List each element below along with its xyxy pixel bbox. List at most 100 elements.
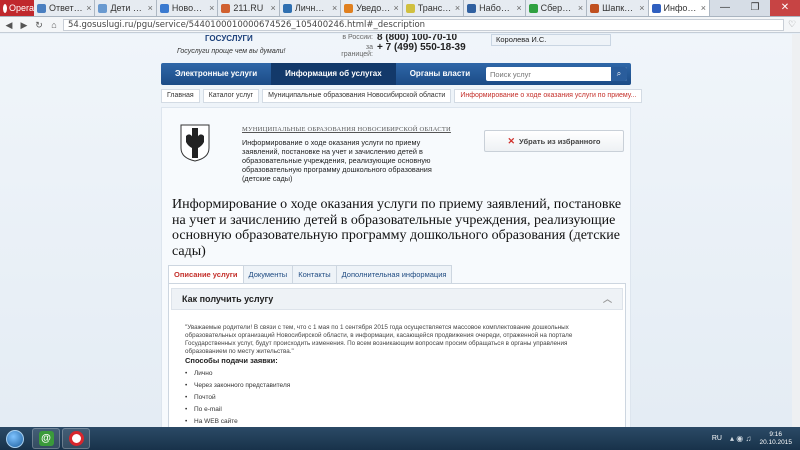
org-description: Информирование о ходе оказания услуги по… — [242, 138, 432, 183]
restore-button[interactable]: ❐ — [740, 0, 770, 16]
taskbar-app-agent[interactable]: @ — [32, 428, 60, 449]
browser-tab[interactable]: Уведомлен× — [341, 0, 403, 16]
browser-tab[interactable]: 211.RU × — [218, 0, 280, 16]
taskbar-app-opera[interactable] — [62, 428, 90, 449]
tab-close-icon[interactable]: × — [701, 3, 706, 13]
home-icon[interactable]: ⌂ — [48, 19, 60, 31]
tab-favicon-icon — [282, 3, 292, 13]
notice-text: "Уважаемые родители! В связи с тем, что … — [185, 324, 573, 355]
chevron-up-icon[interactable]: ︿ — [603, 289, 612, 309]
tab-close-icon[interactable]: × — [86, 3, 91, 13]
nav-authorities[interactable]: Органы власти — [396, 63, 484, 85]
reload-icon[interactable]: ↻ — [33, 19, 45, 31]
search-icon[interactable]: ⌕ — [611, 67, 627, 81]
language-indicator[interactable]: RU — [712, 435, 722, 442]
phone-abroad-label: за границей: — [341, 44, 373, 58]
browser-tab[interactable]: Личный каб× — [279, 0, 342, 16]
phone-abroad: + 7 (499) 550-18-39 — [377, 42, 466, 53]
breadcrumb-catalog[interactable]: Каталог услуг — [202, 89, 260, 103]
browser-tab[interactable]: Транспорт× — [402, 0, 465, 16]
browser-tab-label: Ответить - — [49, 3, 83, 13]
remove-favorite-button[interactable]: ✕ Убрать из избранного — [484, 130, 624, 152]
user-account[interactable]: Королева И.С. — [491, 34, 611, 46]
tab-documents[interactable]: Документы — [242, 265, 294, 283]
start-button[interactable] — [0, 427, 30, 450]
clock-date: 20.10.2015 — [759, 438, 792, 446]
search-input[interactable] — [486, 69, 611, 79]
browser-tab-label: Новостройк — [171, 3, 207, 13]
browser-tab-label: Личный каб — [294, 3, 329, 13]
tab-favicon-icon — [467, 3, 477, 13]
breadcrumb-home[interactable]: Главная — [161, 89, 200, 103]
methods-list: Лично Через законного представителя Почт… — [185, 368, 290, 427]
tab-close-icon[interactable]: × — [393, 3, 398, 13]
breadcrumb: Главная Каталог услуг Муниципальные обра… — [161, 89, 643, 103]
url-input[interactable]: 54.gosuslugi.ru/pgu/service/544010001000… — [63, 18, 784, 31]
page-title: Информирование о ходе оказания услуги по… — [172, 197, 622, 259]
tab-close-icon[interactable]: × — [455, 3, 460, 13]
breadcrumb-current: Информирование о ходе оказания услуги по… — [454, 89, 643, 103]
browser-tab-label: Сбербанк — [540, 3, 575, 13]
list-item: Через законного представителя — [185, 380, 290, 392]
tab-close-icon[interactable]: × — [332, 3, 337, 13]
tab-close-icon[interactable]: × — [209, 3, 214, 13]
clock-time: 9:16 — [769, 430, 783, 438]
browser-tab-strip: Opera Ответить - ×Дети и род×Новостройк×… — [0, 0, 800, 17]
browser-tabs: Ответить - ×Дети и род×Новостройк×211.RU… — [34, 0, 710, 16]
opera-taskbar-icon — [68, 431, 84, 446]
tab-close-icon[interactable]: × — [516, 3, 521, 13]
tray-icons[interactable]: ▴ ◉ ♫ — [730, 434, 751, 443]
tab-close-icon[interactable]: × — [271, 3, 276, 13]
windows-taskbar: @ RU ▴ ◉ ♫ 9:16 20.10.2015 — [0, 427, 800, 450]
browser-tab[interactable]: Шапки, шарф× — [587, 0, 649, 16]
close-window-button[interactable]: ✕ — [770, 0, 800, 16]
site-header: ГОСУСЛУГИ Госуслуги проще чем вы думали!… — [161, 34, 631, 62]
browser-tab[interactable]: Дети и род × — [95, 0, 157, 16]
opera-icon — [3, 3, 7, 13]
site-slogan: Госуслуги проще чем вы думали! — [177, 48, 286, 55]
clock[interactable]: 9:16 20.10.2015 — [759, 431, 792, 447]
page-scrollbar[interactable] — [792, 34, 800, 427]
tab-close-icon[interactable]: × — [578, 3, 583, 13]
tab-additional-info[interactable]: Дополнительная информация — [335, 265, 453, 283]
tab-favicon-icon — [590, 3, 600, 13]
tab-contacts[interactable]: Контакты — [292, 265, 337, 283]
section-title: Как получить услугу — [182, 294, 274, 304]
browser-tab-label: Набор для — [479, 3, 514, 13]
tab-favicon-icon — [344, 3, 354, 13]
gosuslugi-logo[interactable]: ГОСУСЛУГИ — [205, 34, 253, 43]
minimize-button[interactable]: — — [710, 0, 740, 16]
browser-tab-label: 211.RU — [233, 3, 264, 13]
service-panel: МУНИЦИПАЛЬНЫЕ ОБРАЗОВАНИЯ НОВОСИБИРСКОЙ … — [161, 107, 631, 427]
nav-service-info[interactable]: Информация об услугах — [271, 63, 396, 85]
browser-tab-label: Уведомлен — [356, 3, 390, 13]
browser-tab[interactable]: Набор для× — [464, 0, 526, 16]
bookmark-icon[interactable]: ♡ — [787, 19, 797, 30]
browser-tab[interactable]: Информаци× — [648, 0, 710, 16]
browser-tab[interactable]: Сбербанк× — [525, 0, 588, 16]
list-item: По e-mail — [185, 404, 290, 416]
tab-close-icon[interactable]: × — [639, 3, 644, 13]
list-item: Лично — [185, 368, 290, 380]
list-item: Почтой — [185, 392, 290, 404]
remove-icon: ✕ — [507, 135, 516, 146]
tab-close-icon[interactable]: × — [148, 3, 153, 13]
content-tabs: Описание услуги Документы Контакты Допол… — [168, 265, 453, 283]
address-bar: ◀ ▶ ↻ ⌂ 54.gosuslugi.ru/pgu/service/5440… — [0, 17, 800, 33]
browser-tab-label: Дети и род — [110, 3, 144, 13]
tab-favicon-icon — [159, 3, 169, 13]
forward-icon[interactable]: ▶ — [18, 19, 30, 31]
browser-tab[interactable]: Новостройк× — [156, 0, 219, 16]
how-to-get-section[interactable]: Как получить услугу ︿ — [171, 288, 623, 310]
system-tray: RU ▴ ◉ ♫ 9:16 20.10.2015 — [712, 431, 800, 447]
tab-description[interactable]: Описание услуги — [168, 265, 244, 283]
coat-of-arms-icon — [180, 124, 210, 162]
back-icon[interactable]: ◀ — [3, 19, 15, 31]
breadcrumb-municipal[interactable]: Муниципальные образования Новосибирской … — [262, 89, 452, 103]
tab-content: Как получить услугу ︿ "Уважаемые родител… — [168, 283, 626, 427]
browser-tab[interactable]: Ответить - × — [34, 0, 96, 16]
org-title[interactable]: МУНИЦИПАЛЬНЫЕ ОБРАЗОВАНИЯ НОВОСИБИРСКОЙ … — [242, 126, 451, 133]
nav-electronic-services[interactable]: Электронные услуги — [161, 63, 271, 85]
opera-menu-button[interactable]: Opera — [0, 0, 34, 16]
tab-favicon-icon — [98, 3, 108, 13]
